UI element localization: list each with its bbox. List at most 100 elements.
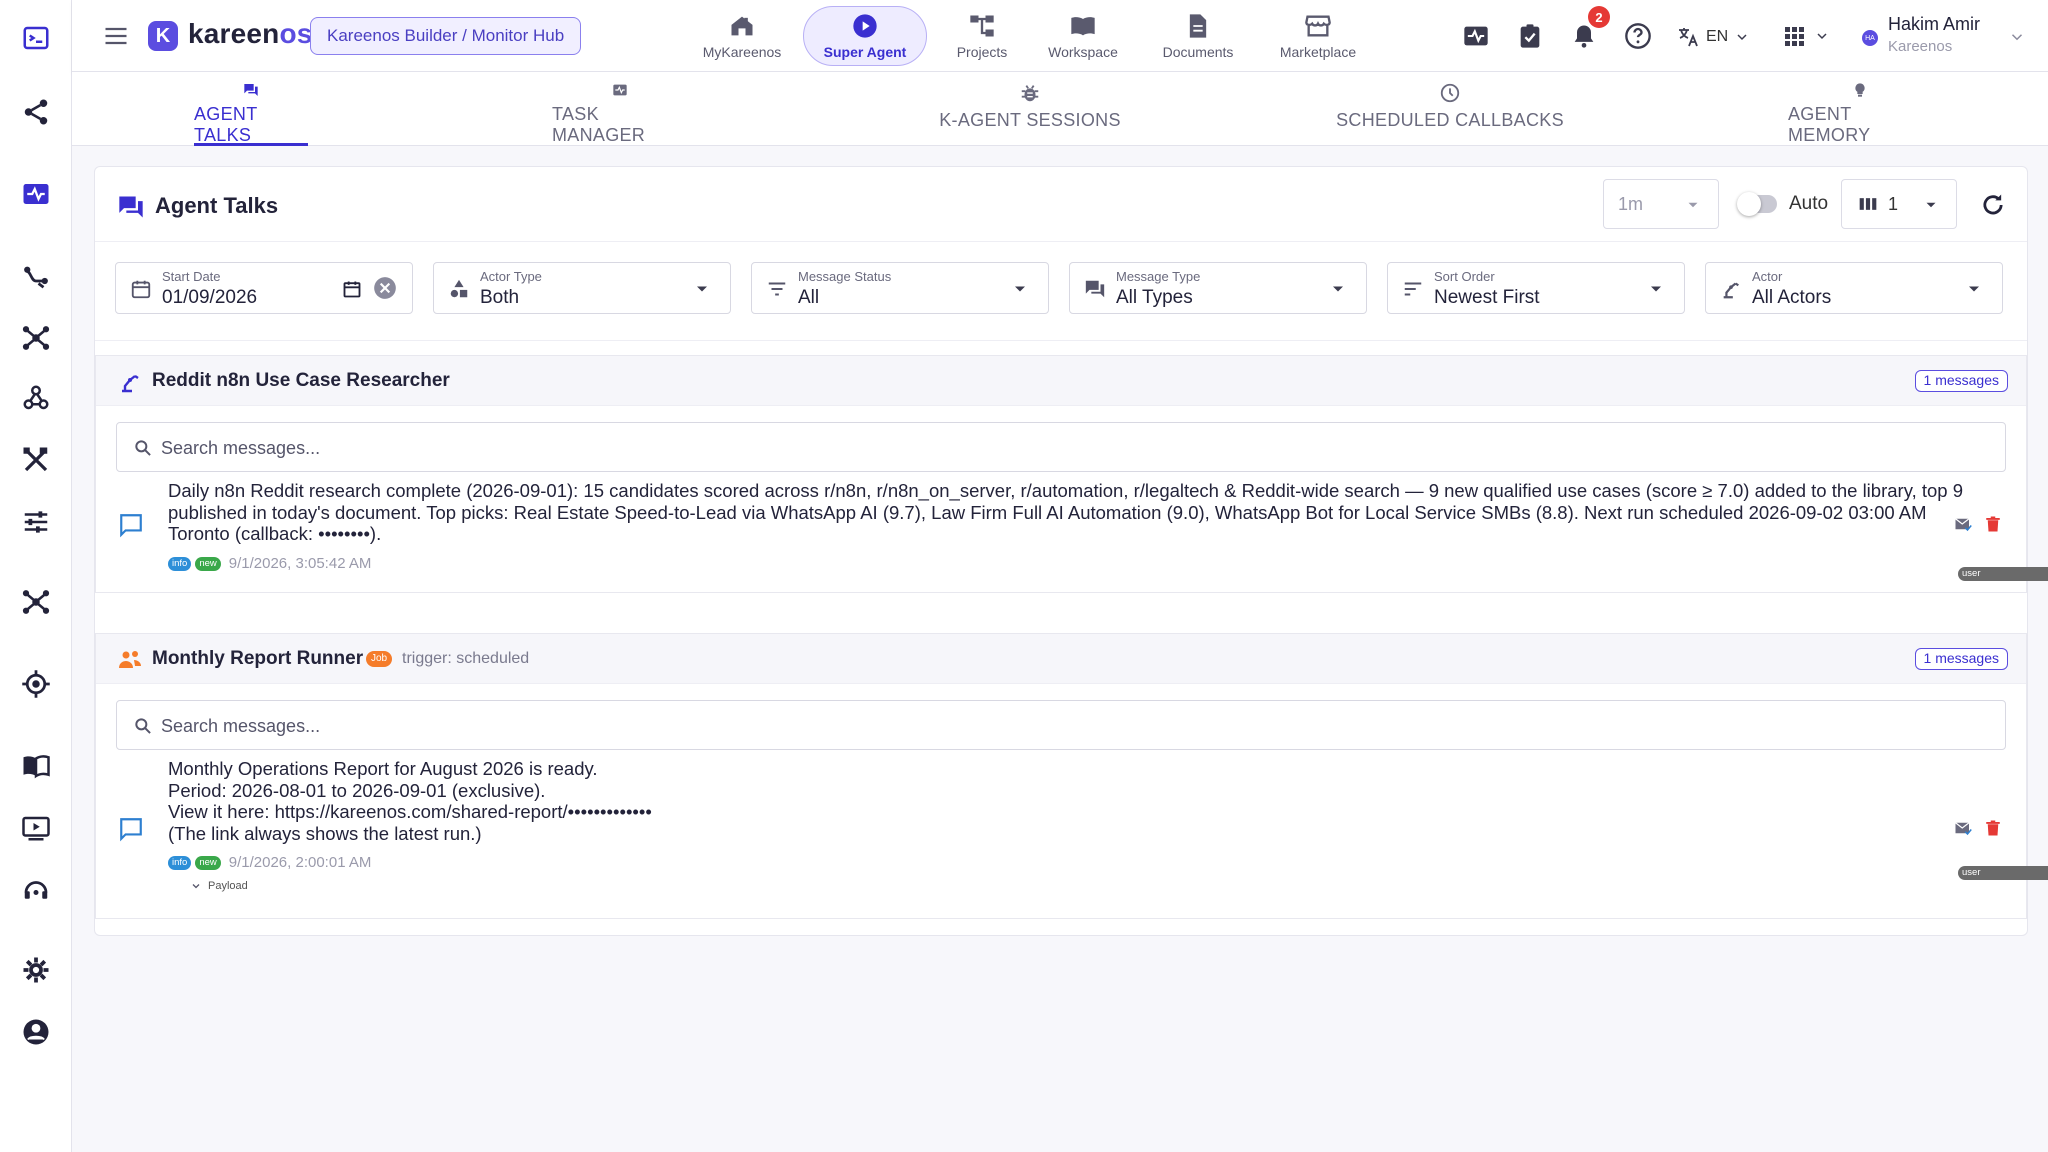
logo-text-main: kareen	[188, 18, 280, 49]
account-icon[interactable]	[18, 1014, 54, 1050]
clock-icon	[1440, 83, 1460, 103]
tag-info: info	[168, 855, 192, 870]
group-search	[116, 700, 2006, 750]
filter-value: Newest First	[1434, 287, 1540, 308]
nav-label: Documents	[1162, 44, 1234, 60]
search-input[interactable]	[161, 433, 1981, 463]
delete-icon[interactable]	[1984, 819, 2002, 837]
nav-documents[interactable]: Documents	[1142, 6, 1254, 66]
tasks-clipboard-icon[interactable]	[1514, 20, 1546, 52]
message-icon[interactable]	[118, 816, 144, 842]
translate-icon	[1679, 28, 1698, 47]
hub-chip[interactable]: Kareenos Builder / Monitor Hub	[310, 17, 582, 55]
tab-k-agent-sessions[interactable]: K-AGENT SESSIONS	[928, 82, 1132, 146]
tab-label: TASK MANAGER	[552, 104, 646, 145]
play-circle-icon	[853, 14, 877, 38]
share-icon[interactable]	[18, 94, 54, 130]
nav-workspace[interactable]: Workspace	[1034, 6, 1132, 66]
webhook-icon[interactable]	[18, 380, 54, 416]
actor-select[interactable]: Actor All Actors	[1705, 262, 2003, 314]
tag-info: info	[168, 556, 192, 571]
tag-new: new	[195, 556, 221, 571]
group-title: Reddit n8n Use Case Researcher	[152, 370, 450, 391]
logo-text-accent: os	[279, 18, 313, 49]
network-icon[interactable]	[18, 320, 54, 356]
tab-agent-memory[interactable]: AGENT MEMORY	[1788, 82, 1932, 146]
nav-label: Marketplace	[1279, 44, 1357, 60]
actor-type-select[interactable]: Actor Type Both	[433, 262, 731, 314]
dropdown-arrow-icon	[1688, 202, 1698, 208]
filter-label: Sort Order	[1434, 269, 1495, 284]
filter-value: 01/09/2026	[162, 287, 258, 308]
tab-label: K-AGENT SESSIONS	[939, 110, 1121, 130]
user-menu[interactable]: HA Hakim Amir Kareenos	[1862, 12, 2023, 60]
language-label: EN	[1706, 28, 1729, 45]
search-icon	[135, 718, 151, 734]
hub-icon[interactable]	[18, 584, 54, 620]
console-icon[interactable]	[18, 20, 54, 56]
refresh-icon[interactable]	[1979, 191, 2007, 219]
sort-order-select[interactable]: Sort Order Newest First	[1387, 262, 1685, 314]
message-meta: info new user 9/1/2026, 2:00:01 AM	[168, 854, 2048, 880]
filter-label: Start Date	[162, 269, 221, 284]
message-count-badge: 1 messages	[1914, 370, 2008, 392]
target-icon[interactable]	[18, 666, 54, 702]
nav-super-agent[interactable]: Super Agent	[803, 6, 927, 66]
avatar: HA	[1862, 30, 1878, 46]
message-type-select[interactable]: Message Type All Types	[1069, 262, 1367, 314]
refresh-interval-select[interactable]: 1m	[1603, 179, 1719, 229]
mark-read-icon[interactable]	[1954, 819, 1972, 837]
columns-select[interactable]: 1	[1841, 179, 1957, 229]
monitor-pulse-icon[interactable]	[18, 176, 54, 212]
auto-refresh-toggle[interactable]	[1737, 192, 1777, 216]
group-header: Reddit n8n Use Case Researcher 1 message…	[96, 356, 2026, 406]
activity-monitor-icon[interactable]	[1460, 20, 1492, 52]
message-icon[interactable]	[118, 512, 144, 538]
filter-label: Actor	[1752, 269, 1783, 284]
language-selector[interactable]: EN	[1676, 22, 1750, 52]
user-org: Kareenos	[1888, 38, 1953, 55]
help-icon[interactable]	[1622, 20, 1654, 52]
tab-label: AGENT MEMORY	[1788, 104, 1871, 145]
tools-icon[interactable]	[18, 442, 54, 478]
dropdown-arrow-icon	[697, 286, 707, 292]
support-icon[interactable]	[18, 872, 54, 908]
nav-marketplace[interactable]: Marketplace	[1262, 6, 1374, 66]
tab-agent-talks[interactable]: AGENT TALKS	[194, 82, 308, 146]
delete-icon[interactable]	[1984, 515, 2002, 533]
book-icon[interactable]	[18, 748, 54, 784]
shapes-icon	[450, 279, 468, 298]
home-icon	[731, 16, 753, 36]
nav-label: Workspace	[1048, 44, 1118, 60]
search-input[interactable]	[161, 711, 1981, 741]
filter-value: Both	[480, 287, 520, 308]
message-status-select[interactable]: Message Status All	[751, 262, 1049, 314]
robot-arm-icon	[122, 375, 139, 393]
nav-projects[interactable]: Projects	[944, 6, 1020, 66]
dropdown-arrow-icon	[1926, 202, 1936, 208]
gear-icon[interactable]	[18, 952, 54, 988]
group-header: Monthly Report Runner Job trigger: sched…	[96, 634, 2026, 684]
apps-menu[interactable]	[1782, 20, 1838, 52]
auto-refresh-label: Auto	[1789, 193, 1829, 214]
nav-mykareenos[interactable]: MyKareenos	[694, 6, 790, 66]
tab-task-manager[interactable]: TASK MANAGER	[552, 82, 688, 146]
logo-text[interactable]: kareenos	[188, 18, 313, 50]
video-icon[interactable]	[18, 810, 54, 846]
filter-value: All	[798, 287, 820, 308]
start-date-field[interactable]: Start Date 01/09/2026	[115, 262, 413, 314]
notification-badge: 2	[1588, 6, 1610, 28]
sliders-icon[interactable]	[18, 504, 54, 540]
tab-scheduled-callbacks[interactable]: SCHEDULED CALLBACKS	[1334, 82, 1566, 146]
filter-value: All Types	[1116, 287, 1193, 308]
menu-icon[interactable]	[102, 22, 130, 50]
dropdown-arrow-icon	[1969, 286, 1979, 292]
clear-icon[interactable]	[372, 275, 398, 301]
payload-toggle[interactable]: Payload	[190, 880, 248, 892]
mark-read-icon[interactable]	[1954, 515, 1972, 533]
flow-icon[interactable]	[18, 258, 54, 294]
chevron-down-icon	[192, 884, 200, 889]
hierarchy-icon	[970, 15, 994, 37]
calendar-picker-icon[interactable]	[342, 279, 362, 299]
logo-mark: K	[148, 21, 178, 51]
